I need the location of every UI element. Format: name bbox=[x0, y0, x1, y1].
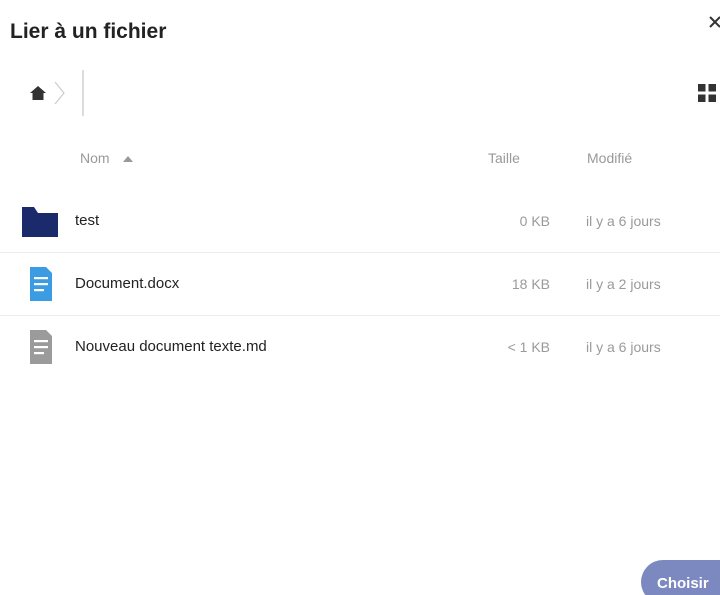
column-header-modified[interactable]: Modifié bbox=[587, 150, 632, 166]
file-list: test 0 KB il y a 6 jours Document.docx 1… bbox=[0, 190, 720, 378]
grid-view-icon bbox=[698, 84, 716, 102]
column-header-name-label: Nom bbox=[80, 150, 110, 166]
file-modified: il y a 6 jours bbox=[586, 213, 661, 229]
column-header-size[interactable]: Taille bbox=[488, 150, 520, 166]
file-row[interactable]: test 0 KB il y a 6 jours bbox=[0, 190, 720, 253]
file-modified: il y a 6 jours bbox=[586, 339, 661, 355]
text-file-icon bbox=[30, 330, 52, 364]
file-row[interactable]: Nouveau document texte.md < 1 KB il y a … bbox=[0, 316, 720, 378]
file-name: Document.docx bbox=[75, 275, 180, 292]
breadcrumb-divider bbox=[82, 70, 84, 116]
sort-ascending-icon bbox=[123, 156, 134, 163]
file-name: test bbox=[75, 212, 100, 229]
breadcrumb-separator-icon bbox=[54, 81, 65, 105]
file-modified: il y a 2 jours bbox=[586, 276, 661, 292]
file-row[interactable]: Document.docx 18 KB il y a 2 jours bbox=[0, 253, 720, 316]
close-icon bbox=[709, 16, 720, 28]
breadcrumb bbox=[22, 70, 84, 116]
file-name: Nouveau document texte.md bbox=[75, 338, 267, 355]
home-icon bbox=[30, 86, 46, 100]
breadcrumb-home[interactable] bbox=[22, 70, 54, 116]
file-size: 0 KB bbox=[519, 213, 550, 229]
choose-button[interactable]: Choisir bbox=[641, 560, 720, 595]
document-icon bbox=[30, 267, 52, 301]
folder-icon bbox=[22, 207, 58, 237]
file-picker-dialog: Lier à un fichier Nom Taille Modifié tes… bbox=[0, 0, 720, 595]
grid-view-toggle[interactable] bbox=[698, 84, 716, 102]
file-size: < 1 KB bbox=[507, 339, 550, 355]
column-header-name[interactable]: Nom bbox=[80, 150, 134, 166]
close-button[interactable] bbox=[708, 12, 720, 36]
dialog-title: Lier à un fichier bbox=[10, 20, 167, 43]
file-size: 18 KB bbox=[511, 276, 550, 292]
